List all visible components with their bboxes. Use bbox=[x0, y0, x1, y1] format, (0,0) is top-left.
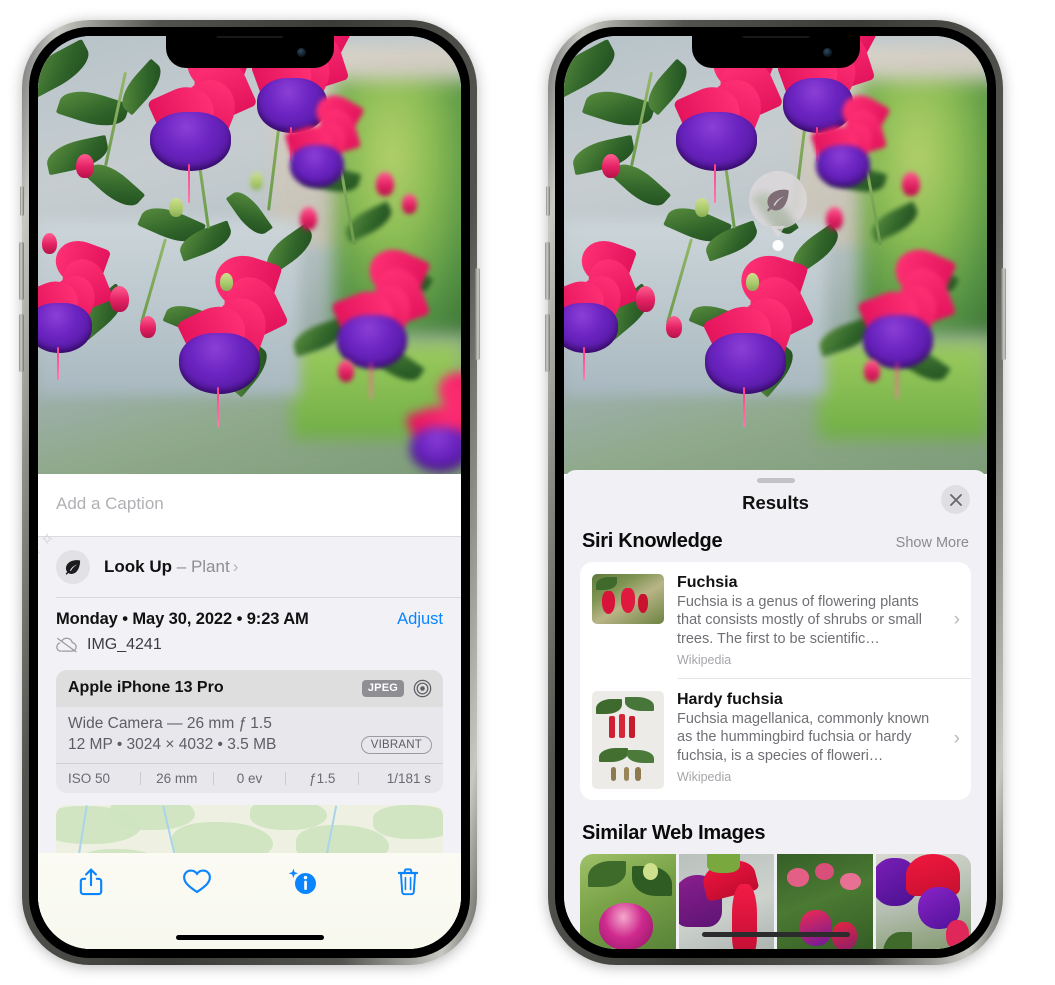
icloud-slash-icon bbox=[56, 637, 78, 653]
siri-knowledge-card: Fuchsia Fuchsia is a genus of flowering … bbox=[580, 562, 971, 800]
silence-switch[interactable] bbox=[20, 186, 24, 216]
badge-pointer-tail bbox=[771, 226, 785, 238]
hardy-fuchsia-specimen-thumb bbox=[592, 690, 664, 789]
show-more-button[interactable]: Show More bbox=[896, 535, 969, 551]
front-camera-icon bbox=[296, 48, 306, 57]
info-sparkle-icon bbox=[285, 867, 319, 897]
exif-shutter: 1/181 s bbox=[386, 770, 431, 786]
camera-info-card: Apple iPhone 13 Pro JPEG Wide Camera — 2… bbox=[56, 669, 443, 793]
photo-toolbar bbox=[38, 853, 461, 949]
knowledge-title: Fuchsia bbox=[677, 574, 738, 591]
left-screen: Add a Caption ✧ ✧ Look Up – Plant› bbox=[38, 36, 461, 949]
photo-info-sheet: Add a Caption ✧ ✧ Look Up – Plant› bbox=[38, 474, 461, 949]
results-title: Results bbox=[742, 492, 809, 513]
trash-icon bbox=[396, 867, 420, 897]
right-screen: Results Siri Knowledge Show More Fuchsia… bbox=[564, 36, 987, 949]
volume-up-button[interactable] bbox=[545, 242, 550, 300]
aperture-icon bbox=[413, 679, 432, 698]
badge-pointer-dot bbox=[772, 240, 784, 251]
share-icon bbox=[78, 867, 104, 897]
earpiece-speaker bbox=[741, 36, 810, 38]
iphone-right-device: Results Siri Knowledge Show More Fuchsia… bbox=[545, 20, 1006, 965]
share-button[interactable] bbox=[38, 867, 144, 897]
chevron-right-icon: › bbox=[232, 557, 239, 576]
siri-knowledge-header: Siri Knowledge Show More bbox=[564, 530, 987, 562]
close-icon bbox=[949, 493, 963, 507]
look-up-title: Look Up bbox=[104, 557, 172, 576]
knowledge-item[interactable]: Fuchsia Fuchsia is a genus of flowering … bbox=[580, 562, 971, 678]
look-up-subject: Plant bbox=[190, 557, 230, 576]
notch bbox=[691, 36, 860, 68]
section-title: Siri Knowledge bbox=[582, 530, 723, 552]
caption-input[interactable]: Add a Caption bbox=[38, 474, 461, 537]
metadata-block: Monday • May 30, 2022 • 9:23 AM Adjust I… bbox=[38, 597, 461, 666]
capture-date: Monday • May 30, 2022 • 9:23 AM bbox=[56, 609, 309, 628]
format-badge: JPEG bbox=[361, 679, 404, 697]
volume-down-button[interactable] bbox=[19, 314, 24, 372]
device-model: Apple iPhone 13 Pro bbox=[68, 679, 224, 696]
knowledge-source: Wikipedia bbox=[677, 769, 732, 784]
screenshot-canvas: Add a Caption ✧ ✧ Look Up – Plant› bbox=[0, 0, 1055, 985]
look-up-dash: – bbox=[176, 557, 187, 576]
look-up-row[interactable]: ✧ ✧ Look Up – Plant› bbox=[38, 531, 461, 597]
power-button[interactable] bbox=[1001, 268, 1006, 360]
favorite-button[interactable] bbox=[144, 867, 250, 895]
lens-info: Wide Camera — 26 mm ƒ 1.5 bbox=[68, 714, 272, 732]
notch bbox=[165, 36, 334, 68]
knowledge-item[interactable]: Hardy fuchsia Fuchsia magellanica, commo… bbox=[580, 679, 971, 800]
exif-focal: 26 mm bbox=[156, 770, 198, 786]
similar-image-4[interactable] bbox=[875, 853, 971, 949]
delete-button[interactable] bbox=[355, 867, 461, 897]
home-indicator[interactable] bbox=[701, 932, 850, 937]
look-up-label: Look Up – Plant › bbox=[104, 557, 238, 577]
exif-row: ISO 50 26 mm 0 ev ƒ1.5 1/181 s bbox=[56, 762, 443, 793]
info-button[interactable] bbox=[250, 867, 356, 897]
chevron-right-icon: › bbox=[953, 609, 960, 631]
filename: IMG_4241 bbox=[87, 635, 162, 653]
sparkle-icon-small: ✧ bbox=[38, 549, 41, 559]
heart-icon bbox=[182, 867, 212, 895]
adjust-button[interactable]: Adjust bbox=[397, 610, 443, 629]
home-indicator[interactable] bbox=[175, 935, 324, 940]
power-button[interactable] bbox=[475, 268, 480, 360]
close-button[interactable] bbox=[941, 485, 970, 514]
device-bezel: Add a Caption ✧ ✧ Look Up – Plant› bbox=[29, 27, 470, 958]
knowledge-description: Fuchsia is a genus of flowering plants t… bbox=[677, 594, 922, 647]
section-title: Similar Web Images bbox=[582, 821, 766, 844]
silence-switch[interactable] bbox=[546, 186, 550, 216]
knowledge-description: Fuchsia magellanica, commonly known as t… bbox=[677, 710, 930, 764]
photo-image[interactable] bbox=[564, 36, 987, 474]
device-bezel: Results Siri Knowledge Show More Fuchsia… bbox=[555, 27, 996, 958]
volume-up-button[interactable] bbox=[19, 242, 24, 300]
photo-image[interactable] bbox=[38, 36, 461, 474]
leaf-icon bbox=[763, 185, 793, 215]
exif-ev: 0 ev bbox=[236, 770, 263, 786]
exif-aperture: ƒ1.5 bbox=[309, 770, 336, 786]
similar-image-1[interactable] bbox=[580, 853, 676, 949]
knowledge-source: Wikipedia bbox=[677, 653, 732, 668]
similar-web-images-header: Similar Web Images bbox=[564, 800, 987, 854]
exif-iso: ISO 50 bbox=[68, 770, 111, 786]
front-camera-icon bbox=[822, 48, 832, 57]
fuchsia-red-flowers-thumb bbox=[592, 574, 664, 624]
results-sheet: Results Siri Knowledge Show More Fuchsia… bbox=[564, 470, 987, 949]
leaf-icon bbox=[56, 550, 90, 584]
volume-down-button[interactable] bbox=[545, 314, 550, 372]
photographic-style-badge: VIBRANT bbox=[360, 735, 432, 754]
chevron-right-icon: › bbox=[953, 728, 960, 750]
knowledge-title: Hardy fuchsia bbox=[677, 690, 783, 708]
earpiece-speaker bbox=[215, 36, 284, 38]
iphone-left-device: Add a Caption ✧ ✧ Look Up – Plant› bbox=[19, 20, 480, 965]
visual-lookup-badge[interactable] bbox=[749, 171, 807, 251]
